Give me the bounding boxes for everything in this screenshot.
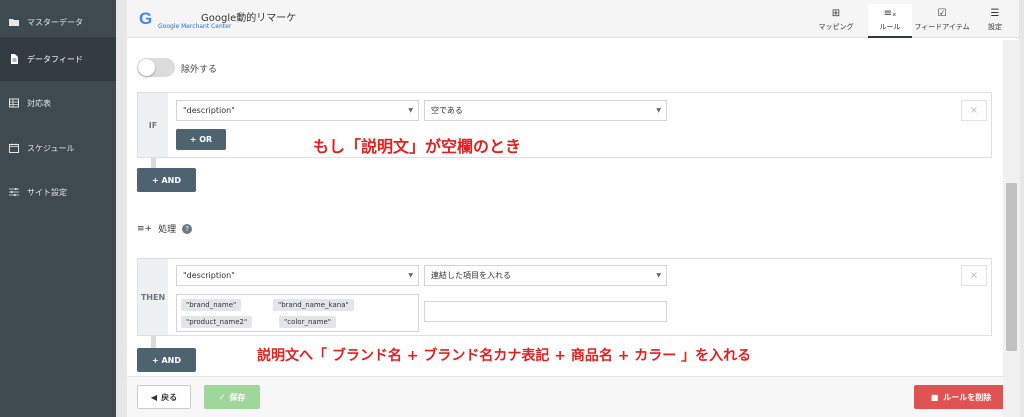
mapping-icon: ⊞ xyxy=(831,8,841,19)
select-value: "description" xyxy=(183,106,235,115)
tab-settings[interactable]: ☰ 設定 xyxy=(975,4,1015,38)
exclude-label: 除外する xyxy=(181,65,218,75)
condition-block: IF "description" ▼ 空である ▼ × + OR xyxy=(137,92,992,158)
button-label: 保存 xyxy=(229,392,246,402)
tab-label: マッピング xyxy=(818,23,854,31)
condition-field-select[interactable]: "description" ▼ xyxy=(176,100,419,121)
connector-line xyxy=(151,158,156,168)
process-title: 処理 xyxy=(158,225,177,235)
table-icon xyxy=(9,98,19,108)
button-label: 戻る xyxy=(161,392,178,402)
rule-panel: G Google動的リマーケ Google Merchant Center ⊞ … xyxy=(127,0,1019,417)
tab-label: 設定 xyxy=(988,23,1002,31)
concat-fields-input[interactable]: "brand_name" "brand_name_kana" "product_… xyxy=(176,294,419,332)
calendar-icon xyxy=(9,143,19,153)
sidebar: マスターデータ データフィード 対応表 スケジュール サイト設定 xyxy=(0,0,116,417)
tab-mapping[interactable]: ⊞ マッピング xyxy=(814,4,858,38)
chevron-down-icon: ▼ xyxy=(408,272,413,279)
separator-input[interactable] xyxy=(424,301,667,322)
action-field-select[interactable]: "description" ▼ xyxy=(176,265,419,286)
tab-feed-items[interactable]: ☑ フィードアイテム xyxy=(914,4,970,38)
process-section-title: ≡+ 処理 ? xyxy=(137,222,193,235)
sidebar-item-label: スケジュール xyxy=(27,143,75,153)
delete-rule-button[interactable]: ■ ルールを削除 xyxy=(914,385,1008,409)
tab-rule[interactable]: ≡ₓ ルール xyxy=(868,4,912,38)
button-label: + AND xyxy=(151,175,181,185)
if-annotation: もし「説明文」が空欄のとき xyxy=(313,137,522,156)
condition-operator-select[interactable]: 空である ▼ xyxy=(424,100,667,121)
action-operation-select[interactable]: 連結した項目を入れる ▼ xyxy=(424,265,667,286)
chevron-down-icon: ▼ xyxy=(408,107,413,114)
button-label: + AND xyxy=(151,355,181,365)
google-logo-icon: G xyxy=(139,9,152,29)
remove-condition-button[interactable]: × xyxy=(961,100,987,121)
connector-line xyxy=(151,336,156,348)
feed-subtitle: Google Merchant Center xyxy=(158,23,232,30)
field-tag[interactable]: "color_name" xyxy=(279,316,337,328)
field-tag[interactable]: "product_name2" xyxy=(181,316,253,328)
button-label: ルールを削除 xyxy=(943,392,992,402)
select-value: "description" xyxy=(183,271,235,280)
main-area: G Google動的リマーケ Google Merchant Center ⊞ … xyxy=(116,0,1024,417)
field-tag[interactable]: "brand_name_kana" xyxy=(273,299,354,311)
close-icon: × xyxy=(969,270,979,281)
file-icon xyxy=(9,54,19,64)
process-icon: ≡+ xyxy=(137,223,153,234)
footer-bar: ◀ 戻る ✓ 保存 ■ ルールを削除 xyxy=(127,376,1019,417)
save-button[interactable]: ✓ 保存 xyxy=(204,385,260,409)
sidebar-item-mapping-table[interactable]: 対応表 xyxy=(0,81,116,125)
logo-letter: G xyxy=(139,9,153,28)
vertical-scrollbar[interactable] xyxy=(1003,40,1020,417)
sidebar-item-label: データフィード xyxy=(27,54,83,64)
back-button[interactable]: ◀ 戻る xyxy=(137,385,191,409)
tab-label: フィードアイテム xyxy=(914,23,970,31)
select-value: 空である xyxy=(431,106,463,115)
sidebar-item-label: サイト設定 xyxy=(27,187,67,197)
check-icon: ✓ xyxy=(218,392,226,402)
tab-label: ルール xyxy=(879,23,901,31)
field-tag[interactable]: "brand_name" xyxy=(181,299,242,311)
chevron-down-icon: ▼ xyxy=(656,272,661,279)
sidebar-item-label: 対応表 xyxy=(27,98,51,108)
chevron-down-icon: ▼ xyxy=(656,107,661,114)
sidebar-item-site-settings[interactable]: サイト設定 xyxy=(0,170,116,214)
sidebar-item-data-feed[interactable]: データフィード xyxy=(0,37,116,81)
feed-header: G Google動的リマーケ Google Merchant Center ⊞ … xyxy=(127,0,1019,38)
add-and-action-button[interactable]: + AND xyxy=(137,348,196,372)
help-icon[interactable]: ? xyxy=(182,223,193,234)
then-annotation: 説明文へ「 ブランド名 + ブランド名カナ表記 + 商品名 + カラー 」を入れ… xyxy=(257,348,752,364)
trash-icon: ■ xyxy=(930,392,939,402)
folder-icon xyxy=(9,17,19,27)
if-label: IF xyxy=(138,93,168,157)
action-block: THEN "description" ▼ 連結した項目を入れる ▼ × "bra… xyxy=(137,258,992,336)
close-icon: × xyxy=(969,105,979,116)
arrow-left-icon: ◀ xyxy=(150,392,158,402)
settings-icon: ☰ xyxy=(990,8,1000,19)
select-value: 連結した項目を入れる xyxy=(431,271,511,280)
sliders-icon xyxy=(9,187,19,197)
feed-title: Google動的リマーケ xyxy=(201,13,297,24)
feed-item-icon: ☑ xyxy=(937,8,947,19)
then-label: THEN xyxy=(138,259,168,335)
sidebar-item-label: マスターデータ xyxy=(27,17,83,27)
add-and-condition-button[interactable]: + AND xyxy=(137,168,196,192)
remove-action-button[interactable]: × xyxy=(961,265,987,286)
sidebar-item-schedule[interactable]: スケジュール xyxy=(0,126,116,170)
scrollbar-thumb[interactable] xyxy=(1006,183,1017,351)
exclude-toggle[interactable] xyxy=(137,58,175,77)
add-or-button[interactable]: + OR xyxy=(176,129,226,150)
toggle-knob xyxy=(138,59,155,76)
rule-icon: ≡ₓ xyxy=(883,8,897,19)
button-label: + OR xyxy=(189,135,213,144)
